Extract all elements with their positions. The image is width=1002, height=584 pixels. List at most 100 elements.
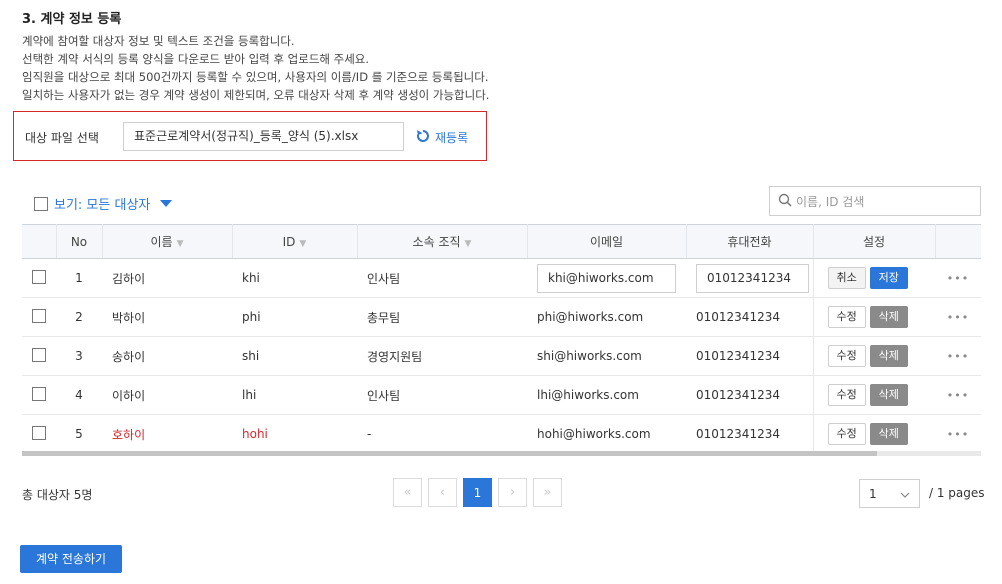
row-name: 송하이	[102, 336, 232, 376]
save-button[interactable]: 저장	[869, 267, 908, 289]
reupload-label: 재등록	[435, 131, 469, 145]
row-settings: 수정 삭제	[812, 375, 935, 415]
email-text: phi@hiworks.com	[537, 310, 644, 324]
header-checkbox-col	[22, 224, 57, 259]
header-no: No	[56, 224, 103, 259]
view-filter-label: 보기: 모든 대상자	[54, 198, 151, 213]
delete-button[interactable]: 삭제	[869, 384, 908, 406]
row-checkbox-cell	[22, 414, 56, 454]
delete-button[interactable]: 삭제	[869, 345, 908, 367]
header-id[interactable]: ID ▼	[232, 224, 358, 259]
row-id: lhi	[232, 375, 357, 415]
row-phone: 01012341234	[686, 258, 813, 298]
delete-button[interactable]: 삭제	[869, 306, 908, 328]
phone-edit-input[interactable]: 01012341234	[696, 263, 809, 293]
email-text: shi@hiworks.com	[537, 349, 642, 363]
cancel-button[interactable]: 취소	[827, 267, 866, 289]
row-phone: 01012341234	[686, 414, 813, 454]
file-name-field[interactable]: 표준근로계약서(정규직)_등록_양식 (5).xlsx	[123, 122, 404, 151]
row-checkbox-cell	[22, 258, 56, 298]
horizontal-scrollbar[interactable]	[22, 451, 981, 456]
row-more-cell: •••	[935, 375, 981, 415]
last-page-button[interactable]: »	[533, 478, 562, 507]
row-email: phi@hiworks.com	[527, 297, 686, 337]
row-checkbox[interactable]	[32, 425, 46, 440]
row-no: 5	[56, 414, 102, 454]
phone-text: 01012341234	[696, 388, 780, 402]
reupload-button[interactable]: 재등록	[415, 128, 468, 147]
sort-icon: ▼	[464, 239, 472, 249]
row-more-cell: •••	[935, 414, 981, 454]
scrollbar-thumb[interactable]	[22, 451, 877, 456]
view-filter-dropdown[interactable]: 보기: 모든 대상자	[34, 194, 173, 213]
delete-button[interactable]: 삭제	[869, 423, 908, 445]
row-email: hohi@hiworks.com	[527, 414, 686, 454]
row-name: 호하이	[102, 414, 232, 454]
header-phone: 휴대전화	[686, 224, 814, 259]
description-line: 계약에 참여할 대상자 정보 및 텍스트 조건을 등록합니다.	[22, 34, 295, 48]
row-checkbox-cell	[22, 375, 56, 415]
row-email: lhi@hiworks.com	[527, 375, 686, 415]
more-options-icon[interactable]: •••	[947, 389, 969, 402]
refresh-icon	[415, 128, 431, 147]
row-settings: 수정 삭제	[812, 414, 935, 454]
row-email: khi@hiworks.com	[527, 258, 686, 298]
page-select[interactable]: 1	[859, 479, 920, 508]
select-all-checkbox[interactable]	[34, 196, 48, 211]
description-line: 임직원을 대상으로 최대 500건까지 등록할 수 있으며, 사용자의 이름/I…	[22, 70, 489, 84]
more-options-icon[interactable]: •••	[947, 311, 969, 324]
table-row: 2 박하이 phi 총무팀 phi@hiworks.com 01012341234 수정 삭…	[22, 297, 981, 337]
row-no: 1	[56, 258, 102, 298]
file-select-box: 대상 파일 선택 표준근로계약서(정규직)_등록_양식 (5).xlsx 재등록	[13, 111, 487, 161]
row-email: shi@hiworks.com	[527, 336, 686, 376]
phone-text: 01012341234	[696, 349, 780, 363]
first-page-button[interactable]: «	[393, 478, 422, 507]
row-checkbox[interactable]	[32, 269, 46, 284]
next-page-button[interactable]: ›	[498, 478, 527, 507]
send-contract-button[interactable]: 계약 전송하기	[20, 545, 122, 573]
row-more-cell: •••	[935, 258, 981, 298]
row-org: 경영지원팀	[357, 336, 527, 376]
row-id: phi	[232, 297, 357, 337]
row-more-cell: •••	[935, 297, 981, 337]
more-options-icon[interactable]: •••	[947, 428, 969, 441]
sort-icon: ▼	[176, 239, 184, 249]
row-name: 김하이	[102, 258, 232, 298]
row-settings: 취소 저장	[812, 258, 935, 298]
edit-button[interactable]: 수정	[827, 345, 866, 367]
row-checkbox[interactable]	[32, 308, 46, 323]
recipient-table: No 이름 ▼ ID ▼ 소속 조직 ▼ 이메일 휴대전화 설정 1 김하이 khi 인사팀…	[22, 224, 981, 454]
description-line: 선택한 계약 서식의 등록 양식을 다운로드 받아 입력 후 업로드해 주세요.	[22, 52, 370, 66]
table-row: 1 김하이 khi 인사팀 khi@hiworks.com 01012341234 취소 저…	[22, 258, 981, 298]
header-name[interactable]: 이름 ▼	[102, 224, 233, 259]
header-org[interactable]: 소속 조직 ▼	[357, 224, 528, 259]
chevron-down-icon	[900, 487, 910, 501]
row-checkbox-cell	[22, 297, 56, 337]
sort-icon: ▼	[299, 238, 307, 249]
row-org: 인사팀	[357, 375, 527, 415]
email-edit-input[interactable]: khi@hiworks.com	[537, 263, 676, 293]
edit-button[interactable]: 수정	[827, 306, 866, 328]
row-org: 총무팀	[357, 297, 527, 337]
row-checkbox[interactable]	[32, 386, 46, 401]
file-select-label: 대상 파일 선택	[25, 131, 99, 145]
page-number-button[interactable]: 1	[463, 478, 492, 507]
row-more-cell: •••	[935, 336, 981, 376]
search-box[interactable]: 이름, ID 검색	[769, 186, 981, 216]
row-name: 박하이	[102, 297, 232, 337]
more-options-icon[interactable]: •••	[947, 272, 969, 285]
phone-text: 01012341234	[696, 310, 780, 324]
phone-text: 01012341234	[696, 427, 780, 441]
prev-page-button[interactable]: ‹	[428, 478, 457, 507]
row-no: 4	[56, 375, 102, 415]
edit-button[interactable]: 수정	[827, 423, 866, 445]
edit-button[interactable]: 수정	[827, 384, 866, 406]
row-checkbox[interactable]	[32, 347, 46, 362]
row-no: 3	[56, 336, 102, 376]
row-name: 이하이	[102, 375, 232, 415]
row-settings: 수정 삭제	[812, 336, 935, 376]
row-phone: 01012341234	[686, 297, 813, 337]
header-more	[935, 224, 981, 259]
pagination: « ‹ 1 › »	[393, 478, 562, 507]
more-options-icon[interactable]: •••	[947, 350, 969, 363]
